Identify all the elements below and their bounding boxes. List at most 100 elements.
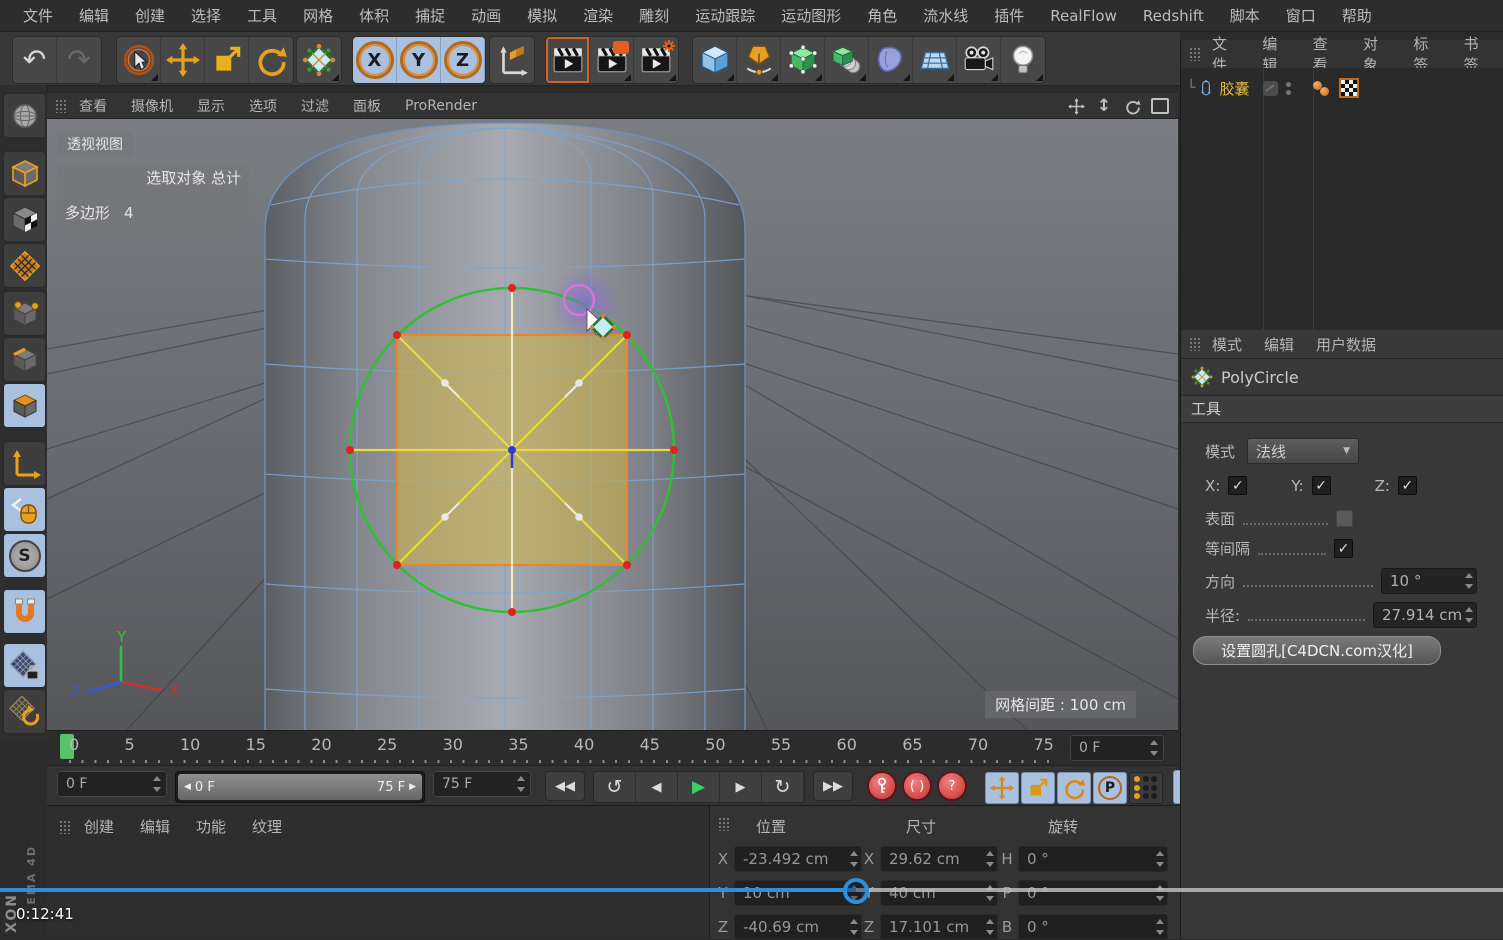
vp-menu-options[interactable]: 选项 <box>237 96 289 116</box>
record-keyframe-button[interactable] <box>867 771 897 801</box>
ruler-frame-field[interactable]: 0 F <box>1070 735 1164 761</box>
add-environment-button[interactable] <box>913 37 957 83</box>
vp-menu-camera[interactable]: 摄像机 <box>119 96 185 116</box>
menu-edit[interactable]: 编辑 <box>66 5 122 26</box>
video-progress-handle[interactable] <box>843 878 869 904</box>
panel-grip-icon[interactable] <box>59 819 71 834</box>
live-selection-button[interactable] <box>117 37 161 83</box>
am-menu-edit[interactable]: 编辑 <box>1253 334 1305 355</box>
frame-range-slider[interactable]: ◀ 0 F 75 F ▶ <box>175 771 425 803</box>
tool-section-header[interactable]: 工具 <box>1181 395 1503 423</box>
edges-mode-button[interactable] <box>3 337 46 382</box>
stepper[interactable] <box>848 851 859 867</box>
object-row-capsule[interactable]: └ 胶囊 <box>1181 76 1503 100</box>
stepper[interactable] <box>1154 851 1165 867</box>
panel-grip-icon[interactable] <box>1189 337 1201 351</box>
selection-tag-icon[interactable] <box>1339 78 1360 98</box>
z-checkbox[interactable]: ✓ <box>1397 476 1417 495</box>
model-mode-button[interactable] <box>3 151 46 196</box>
end-frame-field[interactable]: 75 F <box>433 771 531 797</box>
object-tree[interactable]: └ 胶囊 <box>1181 68 1503 330</box>
panel-grip-icon[interactable] <box>718 817 730 831</box>
position-x-field[interactable]: -23.492 cm <box>734 846 862 872</box>
last-tool-polycircle-button[interactable] <box>297 37 341 83</box>
mat-menu-create[interactable]: 创建 <box>71 816 127 837</box>
add-deformer-button[interactable] <box>869 37 913 83</box>
menu-motion-tracker[interactable]: 运动跟踪 <box>682 5 768 26</box>
vp-menu-panel[interactable]: 面板 <box>341 96 393 116</box>
stepper[interactable] <box>848 919 859 935</box>
rotate-tool-button[interactable] <box>249 37 293 83</box>
direction-stepper[interactable] <box>1463 573 1474 589</box>
size-x-field[interactable]: 29.62 cm <box>880 846 998 872</box>
position-z-field[interactable]: -40.69 cm <box>734 914 862 940</box>
perspective-viewport[interactable]: 透视视图 选取对象 总计 多边形 4 网格间距 : 100 cm Y Z X <box>47 119 1178 730</box>
enable-snap-button[interactable] <box>3 589 46 634</box>
render-visibility-dots[interactable] <box>1286 81 1292 95</box>
menu-window[interactable]: 窗口 <box>1273 5 1329 26</box>
add-generator-button[interactable] <box>781 37 825 83</box>
video-progress-remaining[interactable] <box>856 888 1503 892</box>
previous-frame-button[interactable]: ◀ <box>636 772 678 802</box>
goto-start-button[interactable]: ◀◀ <box>545 771 585 801</box>
range-left-arrow-icon[interactable]: ◀ <box>184 782 191 792</box>
viewport-solo-button[interactable] <box>3 487 46 532</box>
snap-settings-button[interactable]: S <box>3 533 46 578</box>
goto-end-button[interactable]: ▶▶ <box>813 771 853 801</box>
direction-field[interactable]: 10 ° <box>1381 568 1477 594</box>
record-position-toggle[interactable] <box>985 772 1019 804</box>
menu-simulate[interactable]: 模拟 <box>514 5 570 26</box>
menu-plugins[interactable]: 插件 <box>981 5 1037 26</box>
menu-mograph[interactable]: 运动图形 <box>768 5 854 26</box>
mat-menu-edit[interactable]: 编辑 <box>127 816 183 837</box>
stepper[interactable] <box>1154 919 1165 935</box>
previous-key-button[interactable]: ↺ <box>594 772 636 802</box>
render-view-button[interactable] <box>546 37 590 83</box>
menu-volume[interactable]: 体积 <box>346 5 402 26</box>
center-point[interactable] <box>508 446 516 454</box>
view-label[interactable]: 透视视图 <box>57 131 133 157</box>
mat-menu-texture[interactable]: 纹理 <box>239 816 295 837</box>
am-menu-mode[interactable]: 模式 <box>1201 334 1253 355</box>
mode-dropdown[interactable]: 法线 ▼ <box>1247 438 1360 464</box>
add-array-button[interactable] <box>825 37 869 83</box>
vp-menu-filter[interactable]: 过滤 <box>289 96 341 116</box>
rotation-b-field[interactable]: 0 ° <box>1018 914 1168 940</box>
add-camera-button[interactable] <box>957 37 1001 83</box>
texture-mode-button[interactable] <box>3 197 46 242</box>
stepper[interactable] <box>984 919 995 935</box>
add-spline-button[interactable] <box>737 37 781 83</box>
redo-button[interactable]: ↷ <box>57 37 101 83</box>
viewport-pan-button[interactable] <box>1066 96 1086 116</box>
object-name[interactable]: 胶囊 <box>1219 78 1249 99</box>
menu-redshift[interactable]: Redshift <box>1130 7 1217 25</box>
menu-select[interactable]: 选择 <box>178 5 234 26</box>
current-frame-field[interactable]: 0 F <box>57 771 167 797</box>
editor-visibility-toggle[interactable] <box>1263 80 1279 96</box>
set-circle-hole-button[interactable]: 设置圆孔[C4DCN.com汉化] <box>1193 636 1441 665</box>
rotation-h-field[interactable]: 0 ° <box>1018 846 1168 872</box>
smoothing-tag-icon[interactable] <box>1313 80 1330 96</box>
menu-file[interactable]: 文件 <box>10 5 66 26</box>
end-frame-stepper[interactable] <box>515 776 526 792</box>
video-progress-played[interactable] <box>0 888 856 892</box>
scale-tool-button[interactable] <box>205 37 249 83</box>
move-tool-button[interactable] <box>161 37 205 83</box>
spacing-checkbox[interactable]: ✓ <box>1334 539 1353 558</box>
record-rotation-toggle[interactable] <box>1057 772 1091 804</box>
vp-menu-display[interactable]: 显示 <box>185 96 237 116</box>
render-picture-viewer-button[interactable] <box>590 37 634 83</box>
size-z-field[interactable]: 17.101 cm <box>880 914 998 940</box>
stepper[interactable] <box>984 851 995 867</box>
make-editable-button[interactable] <box>3 93 46 138</box>
keying-selection-button[interactable] <box>1129 772 1163 804</box>
panel-grip-icon[interactable] <box>55 98 67 113</box>
menu-pipeline[interactable]: 流水线 <box>910 5 981 26</box>
add-primitive-button[interactable] <box>693 37 737 83</box>
vp-menu-prorender[interactable]: ProRender <box>393 98 489 114</box>
radius-stepper[interactable] <box>1463 607 1474 623</box>
keyframe-selection-button[interactable]: ? <box>937 771 967 801</box>
axis-lock-z-button[interactable]: Z <box>441 37 485 83</box>
menu-character[interactable]: 角色 <box>854 5 910 26</box>
menu-mesh[interactable]: 网格 <box>290 5 346 26</box>
